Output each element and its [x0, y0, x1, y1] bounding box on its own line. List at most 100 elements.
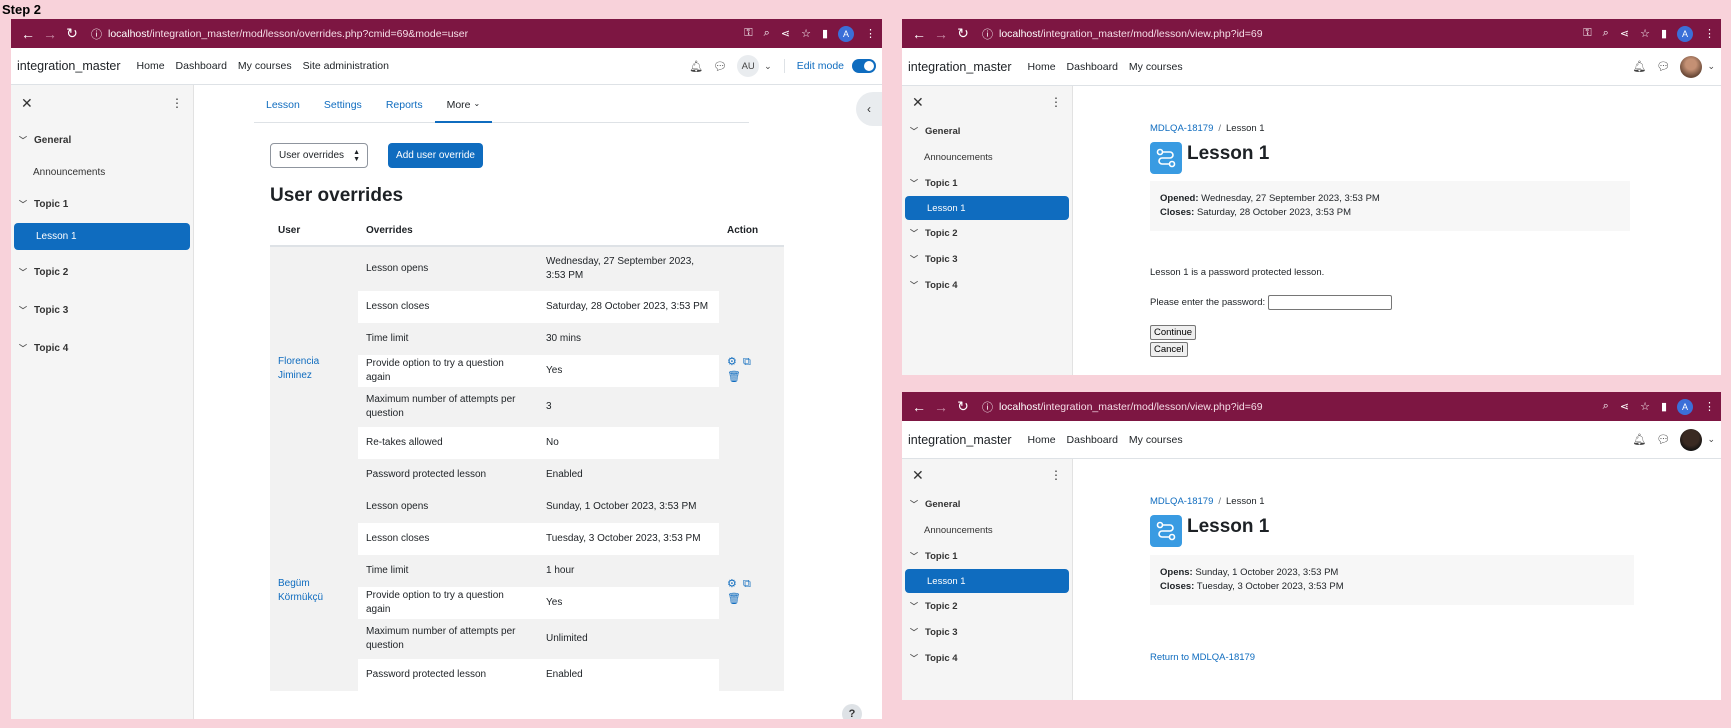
section-topic-4[interactable]: ﹀ Topic 4: [902, 645, 1072, 671]
nav-home[interactable]: Home: [1028, 434, 1056, 446]
avatar[interactable]: AU: [737, 55, 760, 77]
forward-icon[interactable]: →: [930, 399, 952, 415]
profile-icon[interactable]: A: [1677, 398, 1693, 415]
edit-mode-switch[interactable]: Edit mode: [783, 59, 876, 73]
address-bar[interactable]: ⓘ localhost/integration_master/mod/lesso…: [974, 23, 1572, 45]
reload-icon[interactable]: ↻: [952, 398, 974, 415]
back-icon[interactable]: ←: [908, 399, 930, 415]
chat-icon[interactable]: 💬︎: [1656, 60, 1670, 73]
menu-icon[interactable]: ⋮: [1704, 400, 1715, 413]
tab-settings[interactable]: Settings: [312, 95, 374, 123]
duplicate-icon[interactable]: ⧉: [743, 578, 751, 590]
avatar[interactable]: [1680, 428, 1703, 451]
duplicate-icon[interactable]: ⧉: [743, 356, 751, 368]
zoom-icon[interactable]: ⌕: [1603, 27, 1609, 40]
bell-icon[interactable]: 🔔︎: [1633, 60, 1647, 73]
bell-icon[interactable]: 🔔︎: [1633, 433, 1647, 446]
site-info-icon[interactable]: ⓘ: [982, 399, 993, 415]
star-icon[interactable]: ☆: [1640, 27, 1650, 40]
share-icon[interactable]: ⋖: [781, 27, 790, 40]
chevron-down-icon[interactable]: ⌄: [1707, 434, 1715, 445]
nav-my-courses[interactable]: My courses: [1129, 61, 1183, 73]
drawer-item-lesson-1[interactable]: Lesson 1: [905, 196, 1069, 220]
nav-dashboard[interactable]: Dashboard: [1067, 434, 1118, 446]
chevron-down-icon[interactable]: ⌄: [1707, 61, 1715, 72]
kebab-menu-icon[interactable]: ⋮: [171, 96, 183, 110]
password-input[interactable]: [1268, 295, 1393, 310]
tab-lesson[interactable]: Lesson: [254, 95, 312, 123]
user-link[interactable]: Florencia Jiminez: [278, 356, 319, 381]
edit-gear-icon[interactable]: ⚙: [727, 578, 737, 590]
tab-more[interactable]: More ⌄: [434, 95, 493, 123]
section-topic-4[interactable]: ﹀ Topic 4: [11, 329, 193, 367]
section-topic-3[interactable]: ﹀ Topic 3: [902, 619, 1072, 645]
address-bar[interactable]: ⓘ localhost/integration_master/mod/lesso…: [83, 23, 733, 45]
delete-trash-icon[interactable]: 🗑︎: [727, 371, 741, 383]
nav-dashboard[interactable]: Dashboard: [176, 60, 227, 72]
section-topic-2[interactable]: ﹀ Topic 2: [902, 593, 1072, 619]
section-general[interactable]: ﹀ General: [902, 491, 1072, 517]
help-button[interactable]: ?: [842, 704, 862, 719]
star-icon[interactable]: ☆: [1640, 400, 1650, 413]
back-icon[interactable]: ←: [908, 26, 930, 42]
chat-icon[interactable]: 💬︎: [713, 60, 727, 73]
avatar[interactable]: [1680, 55, 1703, 78]
profile-icon[interactable]: A: [838, 25, 854, 42]
block-drawer-toggle[interactable]: ‹: [856, 92, 882, 126]
zoom-icon[interactable]: ⌕: [764, 27, 770, 40]
profile-icon[interactable]: A: [1677, 25, 1693, 42]
overrides-mode-select[interactable]: User overrides ▲ ▼: [270, 143, 368, 168]
menu-icon[interactable]: ⋮: [1704, 27, 1715, 40]
close-icon[interactable]: ✕: [21, 95, 33, 112]
chevron-down-icon[interactable]: ⌄: [764, 61, 772, 72]
edit-mode-toggle[interactable]: [852, 59, 876, 73]
star-icon[interactable]: ☆: [801, 27, 811, 40]
section-topic-1[interactable]: ﹀ Topic 1: [11, 185, 193, 223]
site-brand[interactable]: integration_master: [908, 433, 1012, 447]
add-user-override-button[interactable]: Add user override: [388, 143, 483, 168]
site-brand[interactable]: integration_master: [17, 59, 121, 73]
user-link[interactable]: Begüm Körmükçü: [278, 578, 323, 603]
tab-reports[interactable]: Reports: [374, 95, 435, 123]
nav-dashboard[interactable]: Dashboard: [1067, 61, 1118, 73]
kebab-menu-icon[interactable]: ⋮: [1050, 95, 1062, 109]
continue-button[interactable]: Continue: [1150, 325, 1197, 340]
close-icon[interactable]: ✕: [912, 467, 924, 484]
section-topic-1[interactable]: ﹀ Topic 1: [902, 543, 1072, 569]
site-info-icon[interactable]: ⓘ: [91, 26, 102, 42]
nav-my-courses[interactable]: My courses: [1129, 434, 1183, 446]
drawer-item-lesson-1[interactable]: Lesson 1: [905, 569, 1069, 593]
section-topic-1[interactable]: ﹀ Topic 1: [902, 170, 1072, 196]
kebab-menu-icon[interactable]: ⋮: [1050, 468, 1062, 482]
nav-home[interactable]: Home: [1028, 61, 1056, 73]
edit-gear-icon[interactable]: ⚙: [727, 356, 737, 368]
delete-trash-icon[interactable]: 🗑︎: [727, 593, 741, 605]
cancel-button[interactable]: Cancel: [1150, 342, 1188, 357]
section-general[interactable]: ﹀ General: [11, 121, 193, 159]
drawer-item-announcements[interactable]: Announcements: [11, 159, 193, 185]
close-icon[interactable]: ✕: [912, 94, 924, 111]
site-info-icon[interactable]: ⓘ: [982, 26, 993, 42]
address-bar[interactable]: ⓘ localhost/integration_master/mod/lesso…: [974, 396, 1592, 418]
zoom-icon[interactable]: ⌕: [1603, 400, 1609, 413]
return-to-course-link[interactable]: Return to MDLQA-18179: [1150, 652, 1255, 663]
nav-home[interactable]: Home: [137, 60, 165, 72]
nav-site-administration[interactable]: Site administration: [303, 60, 389, 72]
key-icon[interactable]: ⚿: [744, 27, 752, 40]
breadcrumb-course-link[interactable]: MDLQA-18179: [1150, 123, 1213, 134]
forward-icon[interactable]: →: [39, 26, 61, 42]
drawer-item-lesson-1[interactable]: Lesson 1: [14, 223, 190, 250]
section-general[interactable]: ﹀ General: [902, 118, 1072, 144]
breadcrumb-course-link[interactable]: MDLQA-18179: [1150, 496, 1213, 507]
section-topic-3[interactable]: ﹀ Topic 3: [902, 246, 1072, 272]
chat-icon[interactable]: 💬︎: [1656, 433, 1670, 446]
forward-icon[interactable]: →: [930, 26, 952, 42]
sidepanel-icon[interactable]: ▮: [1661, 27, 1667, 40]
section-topic-4[interactable]: ﹀ Topic 4: [902, 272, 1072, 298]
share-icon[interactable]: ⋖: [1620, 400, 1629, 413]
reload-icon[interactable]: ↻: [61, 25, 83, 42]
key-icon[interactable]: ⚿: [1583, 27, 1591, 40]
section-topic-2[interactable]: ﹀ Topic 2: [11, 253, 193, 291]
site-brand[interactable]: integration_master: [908, 60, 1012, 74]
menu-icon[interactable]: ⋮: [865, 27, 876, 40]
